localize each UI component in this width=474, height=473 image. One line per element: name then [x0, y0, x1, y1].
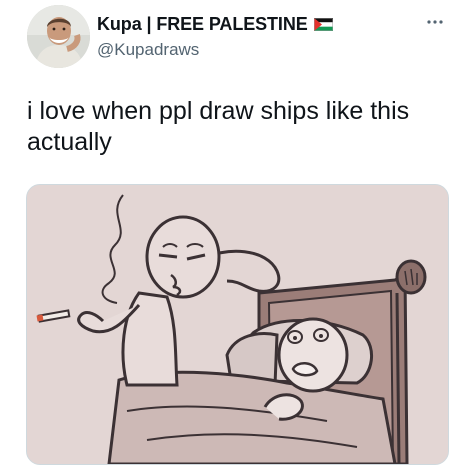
palestine-flag-icon — [313, 18, 333, 31]
author-name-row: Kupa | FREE PALESTINE — [97, 14, 333, 35]
tweet-text: i love when ppl draw ships like this act… — [27, 97, 410, 156]
author-display-name[interactable]: Kupa | FREE PALESTINE — [97, 14, 308, 35]
avatar-image — [27, 5, 90, 68]
author-handle[interactable]: @Kupadraws — [97, 40, 199, 60]
author-avatar[interactable] — [27, 5, 90, 68]
more-dots-icon[interactable] — [426, 19, 444, 25]
comic-drawing — [27, 185, 448, 464]
tweet-media-image[interactable] — [26, 184, 449, 465]
